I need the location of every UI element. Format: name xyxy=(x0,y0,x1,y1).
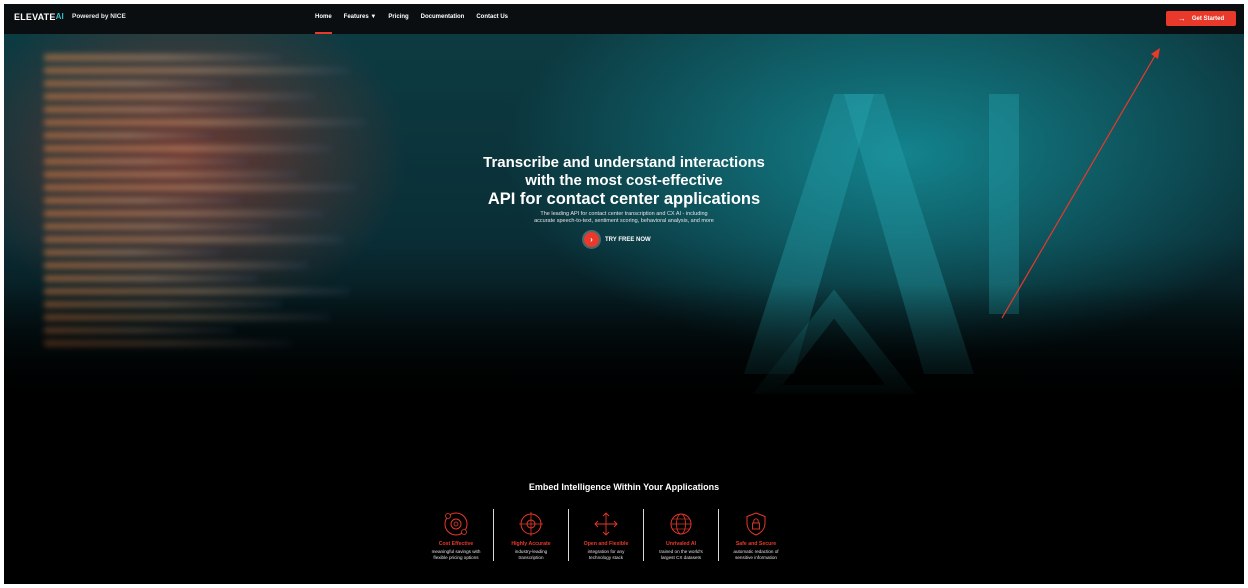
get-started-button[interactable]: → Get Started xyxy=(1166,11,1236,26)
feature-open-flexible: Open and Flexible integration for any te… xyxy=(568,509,643,561)
arrow-right-icon: → xyxy=(1177,14,1186,23)
feature-desc-line-2: transcription xyxy=(518,555,544,560)
globe-icon xyxy=(670,513,692,535)
powered-by-nice: Powered by NICE xyxy=(72,13,126,20)
feature-title: Unrivaled AI xyxy=(665,541,697,547)
arrows-expand-icon xyxy=(594,512,618,536)
feature-highly-accurate: Highly Accurate industry-leading transcr… xyxy=(493,509,568,561)
get-started-label: Get Started xyxy=(1191,15,1225,22)
nav-features-label: Features xyxy=(343,14,369,20)
hero-fade xyxy=(4,284,1244,404)
feature-cost-effective: Cost Effective meaningful savings with f… xyxy=(419,509,493,561)
hero-title-line-1: Transcribe and understand interactions xyxy=(483,154,765,171)
nav-home[interactable]: Home xyxy=(315,14,332,34)
try-free-button[interactable]: › TRY FREE NOW xyxy=(584,232,651,247)
main-menu: Home Features ▼ Pricing Documentation Co… xyxy=(315,14,508,34)
nav-contact-us[interactable]: Contact Us xyxy=(476,14,508,20)
top-navbar: ELEVATEAI Powered by NICE Home Features … xyxy=(4,4,1244,34)
feature-desc-line-2: flexible pricing options xyxy=(433,555,479,560)
features-row: Cost Effective meaningful savings with f… xyxy=(419,509,793,561)
active-underline xyxy=(315,32,332,34)
shield-lock-icon xyxy=(746,512,766,536)
gear-cycle-icon xyxy=(444,512,468,536)
caret-down-icon: ▼ xyxy=(370,14,377,20)
feature-title: Safe and Secure xyxy=(735,541,777,547)
feature-desc-line-2: largest CX datasets xyxy=(660,555,702,560)
feature-desc-line-2: sensitive information xyxy=(735,555,777,560)
logo-text: ELEVATE xyxy=(14,12,56,22)
nav-home-label: Home xyxy=(315,14,332,20)
feature-title: Cost Effective xyxy=(438,541,474,547)
hero-section: Transcribe and understand interactions w… xyxy=(4,34,1244,404)
hero-subtitle-line-2: accurate speech-to-text, sentiment scori… xyxy=(534,218,714,224)
nav-pricing[interactable]: Pricing xyxy=(388,14,408,20)
hero-subtitle: The leading API for contact center trans… xyxy=(424,211,824,225)
logo-ai: AI xyxy=(55,12,64,21)
hero-headline: Transcribe and understand interactions w… xyxy=(424,154,824,225)
feature-desc-line-2: technology stack xyxy=(588,555,624,560)
embed-section-title: Embed Intelligence Within Your Applicati… xyxy=(528,482,720,492)
feature-title: Open and Flexible xyxy=(583,541,629,547)
feature-unrivaled-ai: Unrivaled AI trained on the world's larg… xyxy=(643,509,718,561)
target-icon xyxy=(519,512,543,536)
chevron-right-icon: › xyxy=(584,232,599,247)
hero-title-line-2: with the most cost-effective xyxy=(525,172,723,189)
elevate-ai-logo[interactable]: ELEVATEAI xyxy=(14,12,64,22)
try-free-label: TRY FREE NOW xyxy=(605,236,651,243)
hero-title-line-3: API for contact center applications xyxy=(487,190,761,208)
nav-documentation[interactable]: Documentation xyxy=(421,14,465,20)
feature-safe-secure: Safe and Secure automatic redaction of s… xyxy=(718,509,793,561)
feature-title: Highly Accurate xyxy=(511,541,551,547)
page-frame: Transcribe and understand interactions w… xyxy=(4,4,1244,584)
hero-subtitle-line-1: The leading API for contact center trans… xyxy=(540,211,708,217)
nav-features[interactable]: Features ▼ xyxy=(344,14,377,20)
